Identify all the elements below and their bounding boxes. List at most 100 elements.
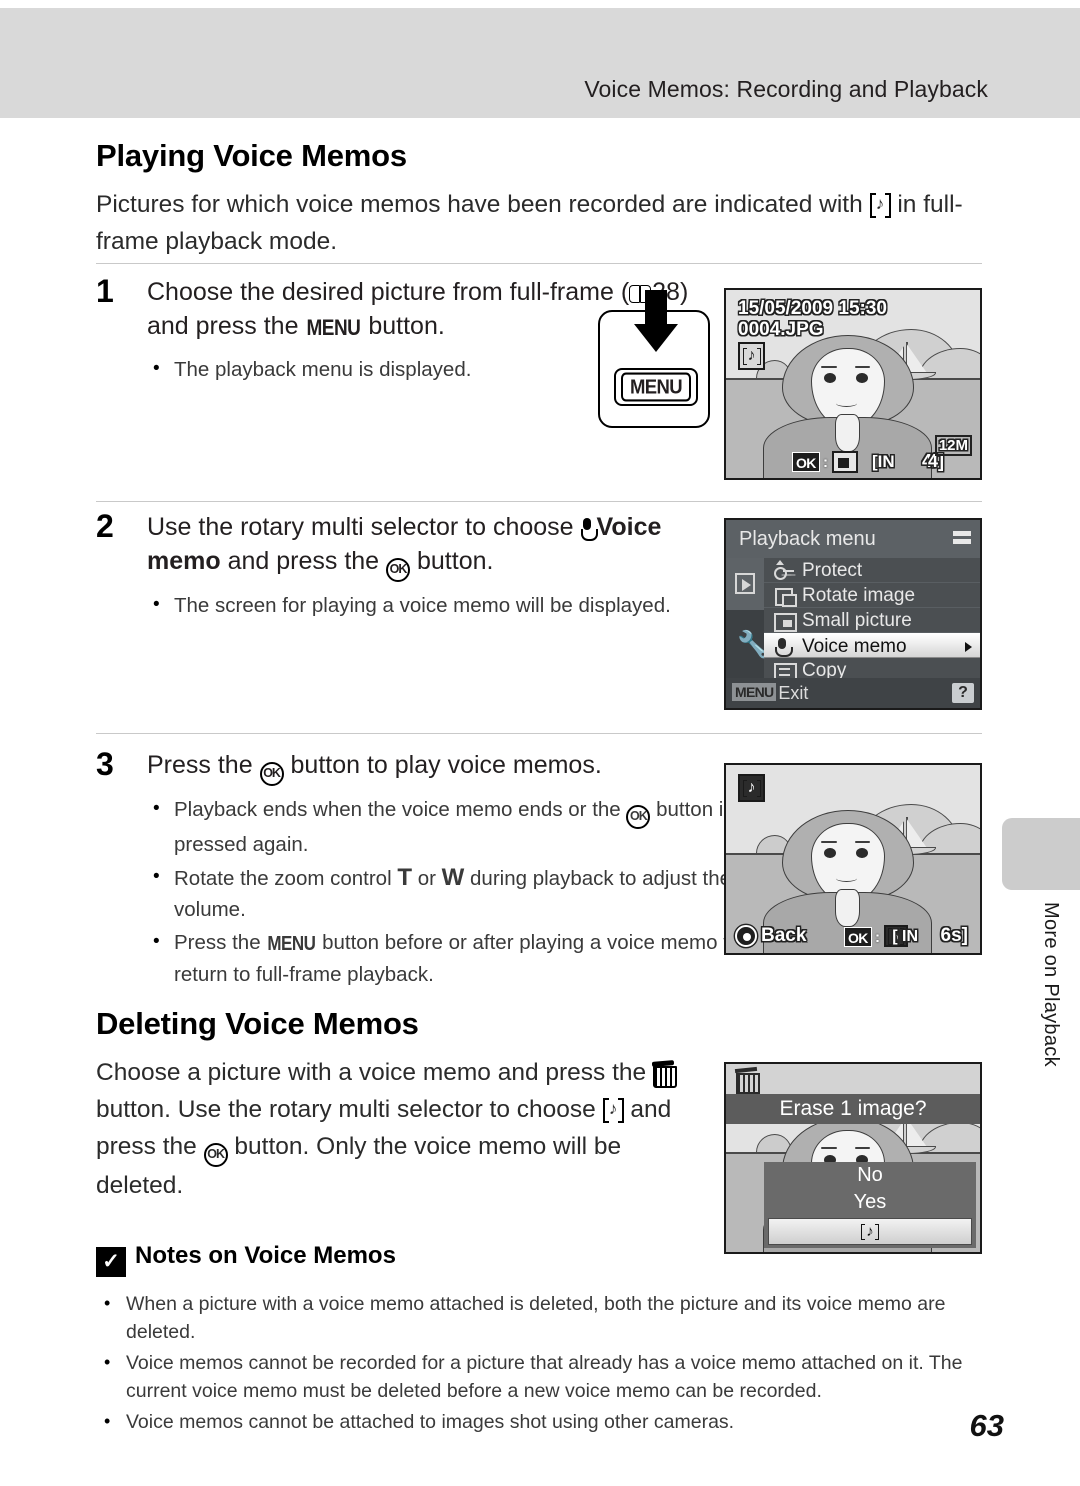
osd-colon: :: [875, 929, 880, 946]
page-title-deleting: Deleting Voice Memos: [96, 1006, 419, 1041]
osd-colon: :: [823, 454, 828, 471]
step-3-bullet-2: Rotate the zoom control T or W during pl…: [147, 861, 747, 925]
lcd-fullframe-playback: 15/05/2009 15:30 0004.JPG ♪ OK : [IN 4/ …: [724, 288, 982, 480]
erase-options: No Yes ♪: [764, 1162, 976, 1248]
wrench-icon[interactable]: 🔧: [737, 630, 769, 660]
microphone-icon: [773, 637, 793, 657]
notes-heading-label: Notes on Voice Memos: [135, 1242, 396, 1269]
erase-option-no[interactable]: No: [764, 1162, 976, 1189]
step-2-number: 2: [96, 508, 114, 544]
deleting-paragraph: Choose a picture with a voice memo and p…: [96, 1054, 696, 1204]
menu-item-small-picture-label: Small picture: [802, 610, 912, 631]
menu-tab-rail: 🔧: [726, 558, 769, 678]
step-1-number: 1: [96, 273, 114, 309]
memo-note-icon: ♪: [738, 774, 765, 802]
deleting-text-a: Choose a picture with a voice memo and p…: [96, 1059, 647, 1086]
divider-2: [96, 501, 982, 502]
intro-text-a: Pictures for which voice memos have been…: [96, 191, 863, 218]
erase-option-voice-memo[interactable]: ♪: [768, 1218, 972, 1245]
osd-back-label: Back: [761, 925, 807, 946]
playback-menu-items: Protect Rotate image Small picture Voice…: [764, 558, 980, 683]
memo-note-icon: ♪: [738, 342, 765, 370]
menu-button-glyph: MENU: [732, 683, 777, 701]
menu-item-voice-memo[interactable]: Voice memo: [764, 633, 980, 658]
osd-memo-duration: 6s]: [940, 925, 968, 946]
lcd-playback-menu: Playback menu 🔧 Protect Rotate image Sma…: [724, 518, 982, 710]
step-3-bullet-3-a: Press the: [174, 931, 261, 954]
menu-item-protect-label: Protect: [802, 560, 863, 581]
microphone-icon: [580, 518, 598, 541]
menu-key-label: MENU: [621, 372, 691, 402]
step-3-body: Press the OK button to play voice memos.…: [147, 748, 740, 992]
divider-1: [96, 263, 982, 264]
menu-item-rotate-image[interactable]: Rotate image: [764, 583, 980, 608]
page-title-playing: Playing Voice Memos: [96, 138, 407, 173]
step-2-title-b: and press the: [227, 547, 380, 575]
ok-button-icon: OK: [386, 558, 411, 582]
osd-date-time: 15/05/2009 15:30: [738, 298, 887, 319]
zoom-tele-label: T: [397, 864, 413, 891]
osd-internal-memory: [ IN: [892, 928, 918, 945]
playback-menu-footer: MENU Exit ?: [726, 678, 980, 708]
step-3-title: Press the OK button to play voice memos.: [147, 748, 717, 786]
rotate-icon: [773, 586, 797, 607]
side-tab-marker: [1002, 818, 1080, 890]
step-3-number: 3: [96, 746, 114, 782]
osd-ok-button-glyph: OK: [844, 927, 872, 947]
chevron-right-icon: [965, 642, 972, 652]
battery-icon: [953, 531, 971, 544]
step-2-title-c: button.: [417, 547, 494, 575]
lcd-erase-dialog: Erase 1 image? No Yes ♪: [724, 1062, 982, 1254]
menu-button-glyph: MENU: [267, 932, 316, 955]
menu-button-figure: MENU: [598, 290, 710, 428]
step-2-title-a: Use the rotary multi selector to choose: [147, 513, 574, 541]
ok-button-icon: OK: [626, 805, 651, 829]
step-3-title-a: Press the: [147, 751, 253, 779]
divider-3: [96, 733, 982, 734]
step-3-bullet-1-a: Playback ends when the voice memo ends o…: [174, 798, 621, 821]
memo-note-icon: ♪: [861, 1219, 879, 1244]
step-3-title-b: button to play voice memos.: [290, 751, 602, 779]
page-number: 63: [969, 1408, 1004, 1443]
osd-image-size: 12M: [934, 435, 972, 456]
menu-item-voice-memo-label: Voice memo: [802, 636, 907, 657]
zoom-wide-label: W: [441, 864, 465, 891]
memo-note-icon: ♪: [602, 1097, 624, 1123]
playback-menu-title: Playback menu: [726, 520, 980, 558]
note-item-3: Voice memos cannot be attached to images…: [96, 1407, 986, 1436]
step-3-bullets: Playback ends when the voice memo ends o…: [147, 793, 747, 990]
osd-bottom-row: Back OK : ♪ [ IN 6s]: [726, 923, 980, 947]
erase-option-yes[interactable]: Yes: [764, 1189, 976, 1216]
play-icon: [735, 573, 755, 594]
key-icon: [773, 560, 795, 580]
step-1-title-a: Choose the desired picture from full-fra…: [147, 278, 630, 306]
lcd-voice-memo-playback: ♪ Back OK : ♪ [ IN 6s]: [724, 763, 982, 955]
menu-item-small-picture[interactable]: Small picture: [764, 608, 980, 633]
notes-list: When a picture with a voice memo attache…: [96, 1289, 986, 1439]
page-content: Playing Voice Memos Pictures for which v…: [0, 118, 1080, 1486]
menu-key: MENU: [614, 368, 698, 406]
step-1-title-c: button.: [368, 312, 445, 340]
erase-question: Erase 1 image?: [726, 1094, 980, 1124]
osd-filename: 0004.JPG: [738, 319, 824, 340]
side-tab-label: More on Playback: [1040, 902, 1062, 1067]
step-2-bullets: The screen for playing a voice memo will…: [147, 589, 717, 621]
notes-heading: ✓ Notes on Voice Memos: [96, 1242, 396, 1277]
step-2-bullet-1: The screen for playing a voice memo will…: [147, 589, 717, 621]
osd-internal-memory: [IN: [872, 452, 895, 471]
deleting-text-b: button. Use the rotary multi selector to…: [96, 1096, 596, 1123]
step-2-body: Use the rotary multi selector to choose …: [147, 510, 717, 623]
step-3-bullet-2-mid: or: [417, 867, 436, 890]
step-3-bullet-2-a: Rotate the zoom control: [174, 867, 392, 890]
menu-item-protect[interactable]: Protect: [764, 558, 980, 583]
crop-icon: [832, 451, 858, 473]
menu-button-glyph: MENU: [306, 316, 361, 341]
tab-playback[interactable]: [726, 558, 764, 610]
step-3-bullet-3: Press the MENU button before or after pl…: [147, 926, 747, 990]
running-title: Voice Memos: Recording and Playback: [584, 76, 988, 102]
help-button[interactable]: ?: [952, 683, 974, 703]
trash-icon: [736, 1068, 760, 1094]
step-2-title: Use the rotary multi selector to choose …: [147, 510, 717, 582]
step-3-bullet-1: Playback ends when the voice memo ends o…: [147, 793, 747, 860]
menu-item-rotate-image-label: Rotate image: [802, 585, 916, 606]
